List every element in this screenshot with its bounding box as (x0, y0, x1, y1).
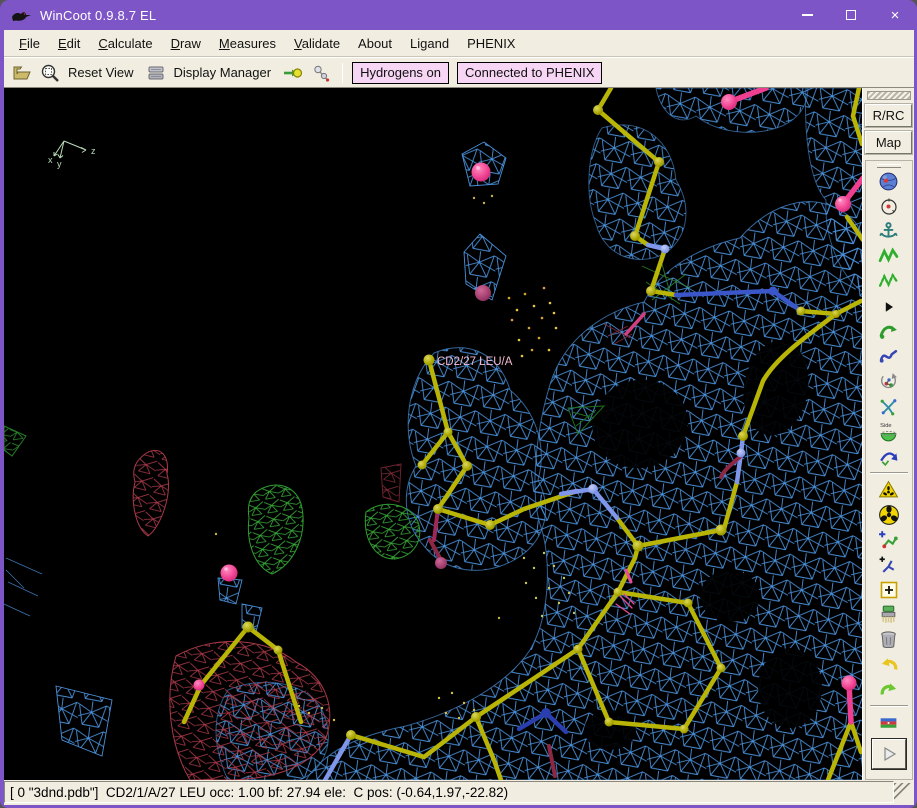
molecule-picker-icon[interactable] (309, 61, 333, 85)
axis-y-label: y (57, 159, 62, 169)
residue-label: CD2/27 LEU/A (437, 356, 513, 368)
maximize-button[interactable] (829, 0, 873, 30)
model-toolbar: Side (865, 160, 913, 780)
toolbar-separator (342, 63, 343, 83)
status-bar: [ 0 "3dnd.pdb"] CD2/1/A/27 LEU occ: 1.00… (4, 780, 914, 805)
real-space-refine-zone-icon[interactable] (875, 244, 903, 269)
molecular-scene: z x y CD2/27 LEU/A (4, 88, 862, 780)
status-text: [ 0 "3dnd.pdb"] CD2/1/A/27 LEU occ: 1.00… (4, 781, 894, 803)
paintbrush-icon[interactable] (875, 602, 903, 627)
anchor-icon[interactable] (875, 219, 903, 244)
flag-icon[interactable] (875, 710, 903, 735)
add-alt-conf-icon[interactable] (875, 552, 903, 577)
reset-view-label[interactable]: Reset View (68, 65, 134, 80)
flip-peptide-icon[interactable] (875, 444, 903, 469)
place-atom-icon[interactable] (875, 577, 903, 602)
panel-grip[interactable] (867, 91, 911, 100)
open-folder-icon[interactable] (10, 61, 34, 85)
recentre-target-icon[interactable] (875, 194, 903, 219)
axis-x-label: x (48, 155, 53, 165)
rrc-button[interactable]: R/RC (865, 104, 912, 127)
title-bar: WinCoot 0.9.8.7 EL × (0, 0, 917, 30)
coot-bird-icon (10, 7, 32, 23)
play-icon (879, 744, 899, 764)
expand-tools-icon[interactable] (875, 294, 903, 319)
add-terminal-residue-icon[interactable] (875, 527, 903, 552)
edit-chi-angles-icon[interactable] (875, 394, 903, 419)
menu-item-measures[interactable]: Measures (210, 32, 285, 55)
menu-item-phenix[interactable]: PHENIX (458, 32, 524, 55)
menu-item-ligand[interactable]: Ligand (401, 32, 458, 55)
toolbar-grip[interactable] (877, 164, 901, 168)
delete-item-icon[interactable] (875, 627, 903, 652)
redo-icon[interactable] (875, 677, 903, 702)
wincoot-window: WinCoot 0.9.8.7 EL × FileEditCalculateDr… (0, 0, 917, 808)
toolbar-separator (870, 472, 908, 474)
display-manager-icon[interactable] (144, 61, 168, 85)
undo-icon[interactable] (875, 652, 903, 677)
menu-item-file[interactable]: File (10, 32, 49, 55)
run-button[interactable] (872, 739, 906, 769)
menu-item-validate[interactable]: Validate (285, 32, 349, 55)
main-toolbar: Reset View Display Manager (4, 57, 914, 88)
hydrogens-toggle-button[interactable]: Hydrogens on (352, 62, 449, 84)
display-manager-label[interactable]: Display Manager (174, 65, 272, 80)
window-title: WinCoot 0.9.8.7 EL (40, 8, 156, 23)
regularize-zone-icon[interactable] (875, 269, 903, 294)
menu-bar: FileEditCalculateDrawMeasuresValidateAbo… (4, 30, 914, 57)
right-panel: R/RC Map (862, 88, 914, 780)
rot-trans-zone-icon[interactable] (875, 344, 903, 369)
view-sphere-icon[interactable] (875, 169, 903, 194)
menu-item-about[interactable]: About (349, 32, 401, 55)
axis-z-label: z (91, 146, 96, 156)
resize-grip[interactable] (894, 783, 914, 805)
svg-text:Side: Side (880, 423, 892, 429)
auto-fit-rotamer-icon[interactable] (875, 319, 903, 344)
menu-item-calculate[interactable]: Calculate (89, 32, 161, 55)
side-chain-180-icon[interactable]: Side (875, 419, 903, 444)
reset-view-zoom-icon[interactable] (38, 61, 62, 85)
rotamers-icon[interactable] (875, 369, 903, 394)
map-button[interactable]: Map (865, 131, 912, 154)
go-to-atom-icon[interactable] (281, 61, 305, 85)
minimize-button[interactable] (785, 0, 829, 30)
graphics-canvas[interactable]: z x y CD2/27 LEU/A (4, 88, 862, 780)
phenix-connection-button[interactable]: Connected to PHENIX (457, 62, 602, 84)
mutate-autofit-icon[interactable] (875, 477, 903, 502)
simple-mutate-icon[interactable] (875, 502, 903, 527)
menu-item-edit[interactable]: Edit (49, 32, 89, 55)
toolbar-separator (870, 705, 908, 707)
menu-item-draw[interactable]: Draw (162, 32, 210, 55)
close-button[interactable]: × (873, 0, 917, 30)
